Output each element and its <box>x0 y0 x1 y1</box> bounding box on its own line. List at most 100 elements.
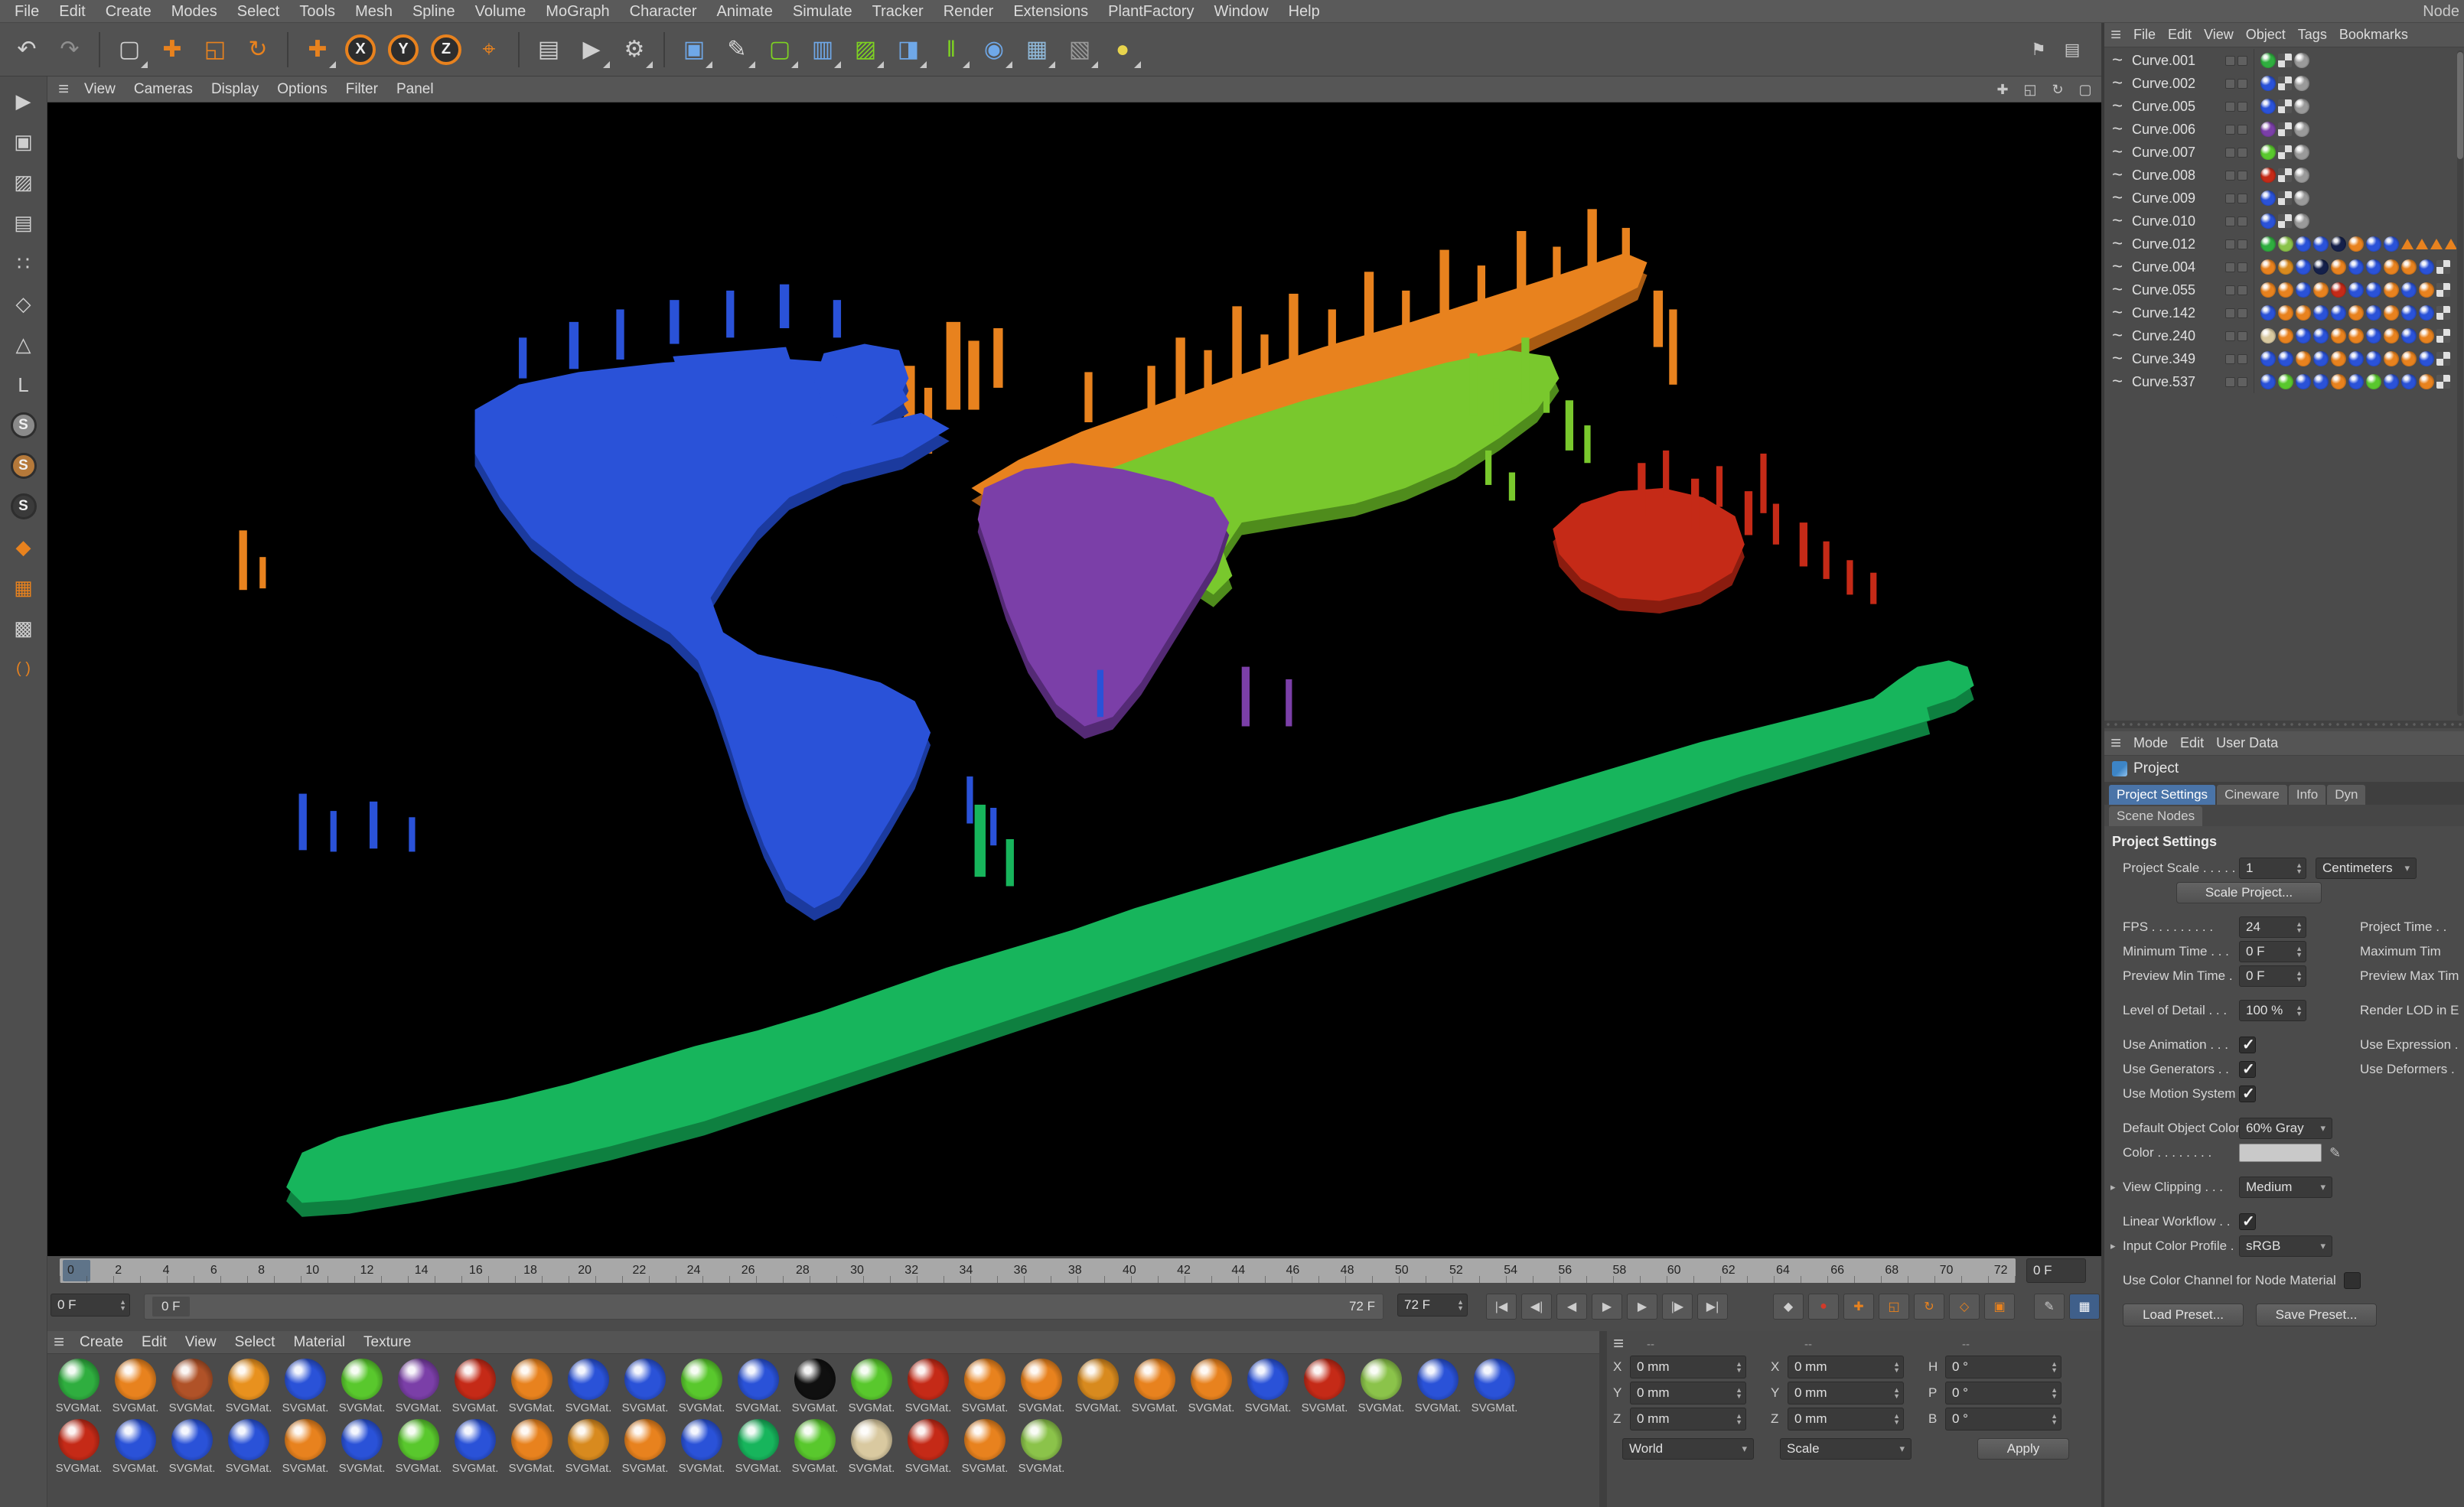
visibility-dots[interactable] <box>2225 55 2247 66</box>
object-row[interactable]: ~ Curve.002 <box>2104 72 2456 95</box>
record-position-button[interactable]: ✚ <box>1843 1294 1874 1320</box>
material-tag[interactable] <box>2331 305 2346 321</box>
material-swatch[interactable]: SVGMat. <box>504 1359 560 1414</box>
material-tag[interactable] <box>2401 374 2417 389</box>
axis-lock-x[interactable]: X <box>340 29 381 70</box>
spinner[interactable]: ▲ ▼ <box>2296 862 2303 875</box>
material-tag[interactable] <box>2260 145 2276 160</box>
grid-array-icon[interactable]: ▦ <box>7 572 41 603</box>
visibility-dots[interactable] <box>2225 308 2247 318</box>
object-row[interactable]: ~ Curve.537 <box>2104 370 2456 393</box>
phong-tag[interactable] <box>2294 53 2309 68</box>
visibility-dots[interactable] <box>2225 193 2247 203</box>
coord-value-field[interactable]: 0 ° ▲ ▼ <box>1945 1356 2061 1378</box>
material-menu-view[interactable]: View <box>176 1334 226 1351</box>
snap-badge-2[interactable]: S <box>7 451 41 481</box>
next-key-button[interactable]: |▶ <box>1662 1294 1693 1320</box>
axis-lock-z[interactable]: Z <box>425 29 467 70</box>
spinner[interactable]: ▲ ▼ <box>2296 946 2303 959</box>
material-tag[interactable] <box>2366 236 2381 252</box>
phong-tag[interactable] <box>2294 122 2309 137</box>
menu-volume[interactable]: Volume <box>465 0 536 23</box>
attr-checkbox[interactable] <box>2343 1272 2361 1289</box>
material-swatch[interactable]: SVGMat. <box>447 1359 504 1414</box>
model-mode-icon[interactable]: ▣ <box>7 126 41 157</box>
tab-cineware[interactable]: Cineware <box>2217 785 2287 805</box>
texture-tag[interactable] <box>2278 168 2292 182</box>
coord-value-field[interactable]: 0 mm ▲ ▼ <box>1630 1356 1746 1378</box>
material-tag[interactable] <box>2278 236 2293 252</box>
snap-badge-3[interactable]: S <box>7 491 41 522</box>
phong-tag[interactable] <box>2294 145 2309 160</box>
material-tag[interactable] <box>2260 122 2276 137</box>
goto-end-button[interactable]: ▶| <box>1697 1294 1728 1320</box>
phong-tag[interactable] <box>2294 76 2309 91</box>
spinner[interactable]: ▲ ▼ <box>2051 1413 2058 1426</box>
texture-tag[interactable] <box>2436 375 2450 389</box>
attr-select[interactable]: 60% Gray ▾ <box>2239 1118 2332 1139</box>
coord-value-field[interactable]: 0 mm ▲ ▼ <box>1630 1408 1746 1431</box>
scale-icon[interactable]: ◱ <box>194 29 236 70</box>
attr-value-field[interactable]: 0 F ▲ ▼ <box>2239 941 2306 962</box>
object-menu-file[interactable]: File <box>2127 27 2162 43</box>
object-row[interactable]: ~ Curve.349 <box>2104 347 2456 370</box>
attr-value-field[interactable]: 1 ▲ ▼ <box>2239 858 2306 879</box>
material-tag[interactable] <box>2260 328 2276 343</box>
coord-column-header[interactable]: -- <box>1788 1338 1945 1351</box>
material-swatch[interactable]: SVGMat. <box>1240 1359 1296 1414</box>
material-tag[interactable] <box>2331 236 2346 252</box>
record-scale-button[interactable]: ◱ <box>1879 1294 1909 1320</box>
material-tag[interactable] <box>2384 259 2399 275</box>
menu-extensions[interactable]: Extensions <box>1003 0 1098 23</box>
object-menu-edit[interactable]: Edit <box>2162 27 2198 43</box>
tab-dyn[interactable]: Dyn <box>2327 785 2366 805</box>
redo-icon[interactable]: ↷ <box>49 29 90 70</box>
camera-icon[interactable]: ▧ <box>1059 29 1100 70</box>
material-tag[interactable] <box>2366 351 2381 366</box>
fracture-icon[interactable]: ▨ <box>845 29 886 70</box>
record-keyframe-button[interactable]: ◆ <box>1773 1294 1804 1320</box>
material-tag[interactable] <box>2278 374 2293 389</box>
viewport-menu-options[interactable]: Options <box>268 81 336 98</box>
prev-frame-button[interactable]: ◀ <box>1556 1294 1587 1320</box>
attr-value-field[interactable]: 100 % ▲ ▼ <box>2239 1000 2306 1021</box>
current-frame-field[interactable]: 0 F ▲ ▼ <box>51 1294 130 1317</box>
play-button[interactable]: ▶ <box>1592 1294 1622 1320</box>
attr-checkbox[interactable] <box>2239 1059 2256 1079</box>
material-swatch[interactable]: SVGMat. <box>504 1419 560 1475</box>
visibility-dots[interactable] <box>2225 239 2247 249</box>
material-tag[interactable] <box>2296 351 2311 366</box>
material-tag[interactable] <box>2366 305 2381 321</box>
material-tag[interactable] <box>2278 328 2293 343</box>
light-icon[interactable]: ● <box>1102 29 1143 70</box>
visibility-dots[interactable] <box>2225 353 2247 364</box>
material-swatch[interactable]: SVGMat. <box>1183 1359 1240 1414</box>
triangle-tag[interactable] <box>2416 239 2428 249</box>
material-swatch[interactable]: SVGMat. <box>843 1419 900 1475</box>
material-swatch[interactable]: SVGMat. <box>1466 1359 1523 1414</box>
axis-lock-y[interactable]: Y <box>383 29 424 70</box>
menu-mograph[interactable]: MoGraph <box>536 0 619 23</box>
material-tag[interactable] <box>2419 374 2434 389</box>
visibility-dots[interactable] <box>2225 124 2247 135</box>
material-tag[interactable] <box>2348 328 2364 343</box>
render-picture-viewer-icon[interactable]: ▶ <box>571 29 612 70</box>
material-swatch[interactable]: SVGMat. <box>730 1359 787 1414</box>
viewport-menu-display[interactable]: Display <box>202 81 268 98</box>
object-row[interactable]: ~ Curve.142 <box>2104 301 2456 324</box>
visibility-dots[interactable] <box>2225 101 2247 112</box>
visibility-dots[interactable] <box>2225 170 2247 181</box>
texture-tag[interactable] <box>2278 76 2292 90</box>
pen-tool-icon[interactable]: ✎ <box>716 29 758 70</box>
material-menu-select[interactable]: Select <box>226 1334 285 1351</box>
spinner[interactable]: ▲ ▼ <box>2296 921 2303 934</box>
visibility-dots[interactable] <box>2225 376 2247 387</box>
apply-button[interactable]: Apply <box>1977 1438 2069 1460</box>
spinner[interactable]: ▲ ▼ <box>1457 1299 1464 1312</box>
material-menu-material[interactable]: Material <box>284 1334 354 1351</box>
rotate-icon[interactable]: ↻ <box>237 29 279 70</box>
material-tag[interactable] <box>2348 305 2364 321</box>
brush-toggle[interactable]: ✎ <box>2034 1294 2065 1320</box>
material-tag[interactable] <box>2401 328 2417 343</box>
material-tag[interactable] <box>2348 351 2364 366</box>
